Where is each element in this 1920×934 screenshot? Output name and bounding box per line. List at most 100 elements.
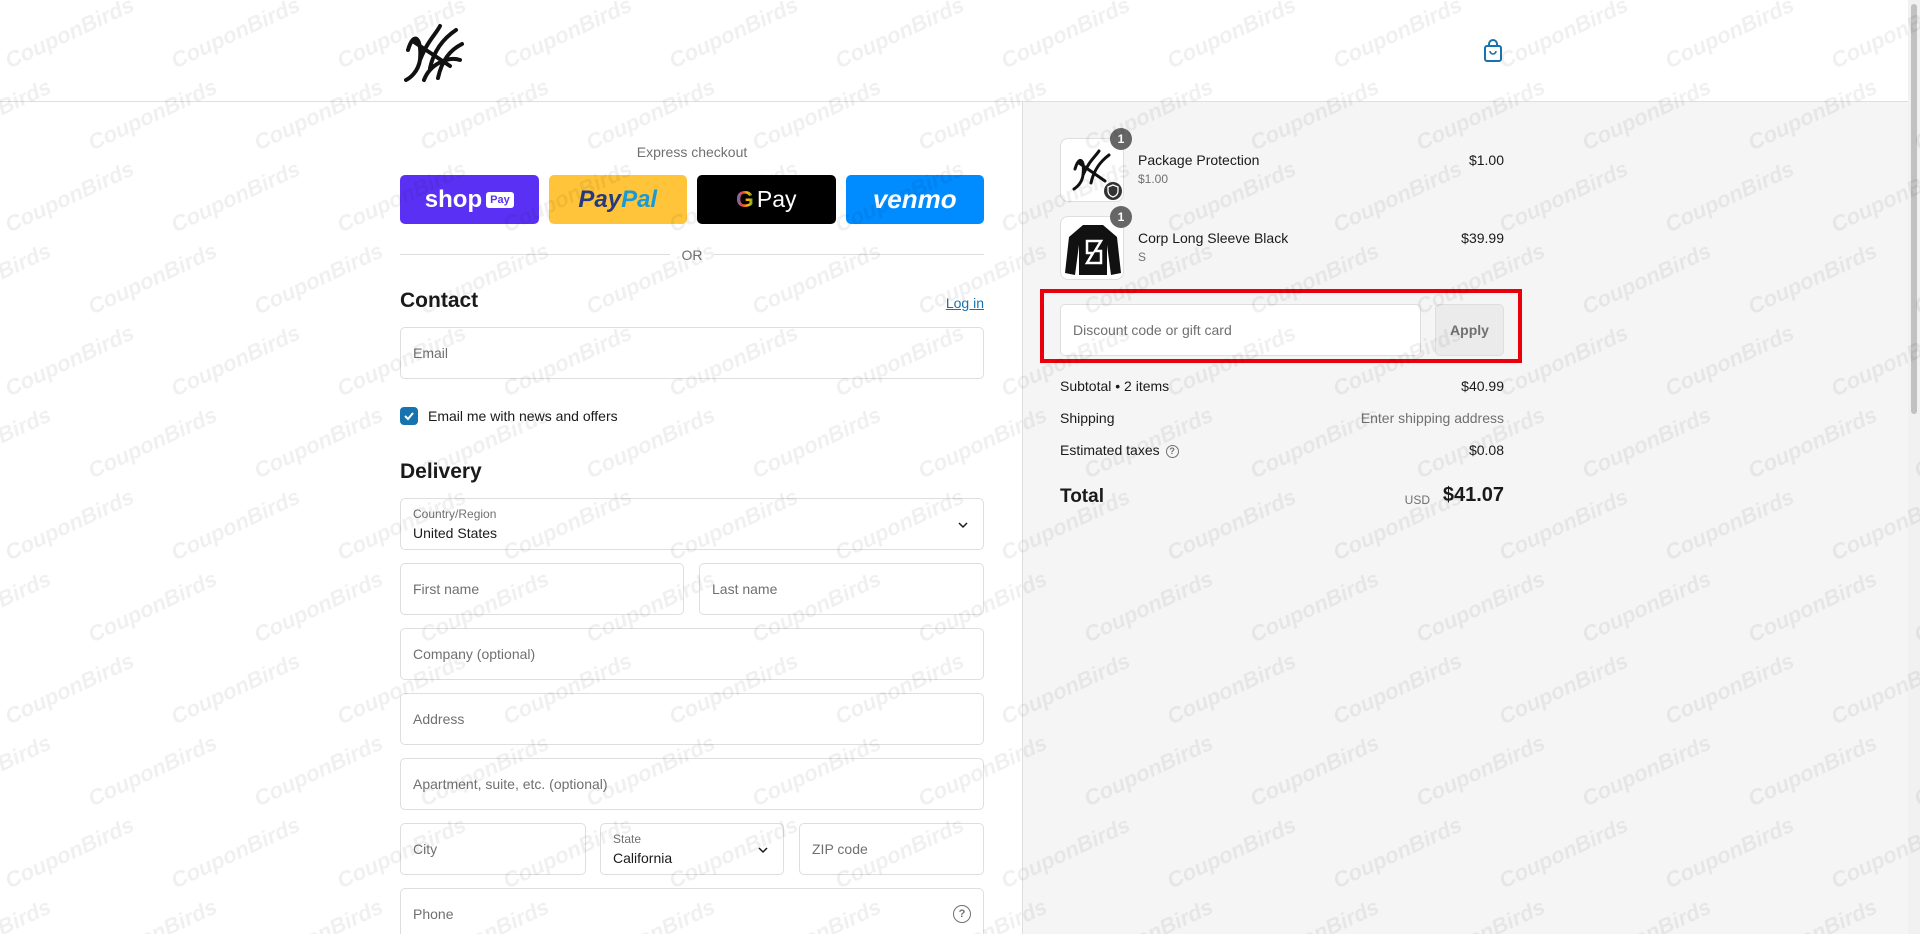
watermark-text: CouponBirds xyxy=(84,729,221,812)
company-field[interactable] xyxy=(400,628,984,680)
scrollbar-thumb[interactable] xyxy=(1911,4,1917,414)
total-row: Total USD $41.07 xyxy=(1060,484,1504,510)
express-buttons: shop Pay Pay Pal G Pay venmo xyxy=(400,175,984,224)
help-circle-icon[interactable]: ? xyxy=(1165,444,1179,458)
watermark-text: CouponBirds xyxy=(0,401,55,484)
zip-input[interactable] xyxy=(800,824,983,874)
email-input[interactable] xyxy=(401,328,983,378)
watermark-text: CouponBirds xyxy=(250,729,387,812)
paypal-text-b: Pal xyxy=(621,185,658,213)
contact-title: Contact xyxy=(400,289,479,312)
watermark-text: CouponBirds xyxy=(167,647,304,730)
first-name-input[interactable] xyxy=(401,564,683,614)
email-field[interactable] xyxy=(400,327,984,379)
taxes-row: Estimated taxes? $0.08 xyxy=(1060,442,1504,462)
brand-logo-icon[interactable] xyxy=(400,20,466,84)
subtotal-label: Subtotal • 2 items xyxy=(1060,378,1170,394)
help-circle-icon[interactable]: ? xyxy=(953,905,971,923)
address-input[interactable] xyxy=(401,694,983,744)
city-input[interactable] xyxy=(401,824,585,874)
checkmark-icon xyxy=(404,412,414,421)
phone-field[interactable]: ? xyxy=(400,888,984,934)
item-price: $39.99 xyxy=(1461,230,1504,246)
watermark-text: CouponBirds xyxy=(250,401,387,484)
watermark-text: CouponBirds xyxy=(167,483,304,566)
or-divider: OR xyxy=(400,245,984,265)
google-pay-text: Pay xyxy=(756,186,797,212)
watermark-text: CouponBirds xyxy=(1,483,138,566)
shop-pay-pill: Pay xyxy=(486,191,514,208)
or-text: OR xyxy=(681,247,703,263)
discount-code-field[interactable] xyxy=(1060,304,1421,356)
shipping-label: Shipping xyxy=(1060,410,1115,426)
watermark-text: CouponBirds xyxy=(0,729,55,812)
taxes-value: $0.08 xyxy=(1468,442,1504,458)
watermark-text: CouponBirds xyxy=(84,894,221,934)
last-name-input[interactable] xyxy=(700,564,983,614)
watermark-text: CouponBirds xyxy=(167,319,304,402)
chevron-down-icon xyxy=(758,847,768,854)
taxes-label: Estimated taxes xyxy=(1060,442,1160,458)
total-label: Total xyxy=(1060,486,1104,507)
shopping-bag-icon[interactable] xyxy=(1482,38,1504,64)
total-currency: USD xyxy=(1404,493,1430,507)
item-price: $1.00 xyxy=(1468,152,1504,168)
line-item: 1 Package Protection $1.00 $1.00 xyxy=(1060,128,1504,204)
phone-input[interactable] xyxy=(401,889,983,934)
item-name: Package Protection xyxy=(1138,152,1260,168)
paypal-button[interactable]: Pay Pal xyxy=(548,175,687,224)
google-pay-button[interactable]: G Pay xyxy=(697,175,836,224)
company-input[interactable] xyxy=(401,629,983,679)
shipping-value: Enter shipping address xyxy=(1360,410,1504,426)
shop-pay-button[interactable]: shop Pay xyxy=(400,175,539,224)
venmo-text: venmo xyxy=(872,184,957,214)
apply-discount-button[interactable]: Apply xyxy=(1435,304,1504,356)
first-name-field[interactable] xyxy=(400,563,684,615)
divider-line xyxy=(714,254,984,255)
watermark-text: CouponBirds xyxy=(250,565,387,648)
discount-code-input[interactable] xyxy=(1061,305,1420,355)
delivery-title: Delivery xyxy=(400,460,482,483)
total-value: $41.07 xyxy=(1442,484,1504,506)
watermark-text: CouponBirds xyxy=(1,155,138,238)
city-field[interactable] xyxy=(400,823,586,875)
last-name-field[interactable] xyxy=(699,563,984,615)
login-link[interactable]: Log in xyxy=(946,295,984,311)
item-variant: $1.00 xyxy=(1138,172,1169,186)
watermark-text: CouponBirds xyxy=(167,811,304,894)
apartment-field[interactable] xyxy=(400,758,984,810)
address-field[interactable] xyxy=(400,693,984,745)
state-select[interactable]: State California xyxy=(600,823,784,875)
watermark-text: CouponBirds xyxy=(1,319,138,402)
state-value: California xyxy=(613,850,673,866)
state-label: State xyxy=(613,832,642,846)
watermark-text: CouponBirds xyxy=(167,155,304,238)
watermark-text: CouponBirds xyxy=(0,894,55,934)
watermark-text: CouponBirds xyxy=(84,401,221,484)
line-item: 1 Corp Long Sleeve Black S $39.99 xyxy=(1060,206,1504,282)
taxes-label-wrap: Estimated taxes? xyxy=(1060,442,1179,458)
item-variant: S xyxy=(1138,250,1147,264)
paypal-text-a: Pay xyxy=(578,185,622,213)
quantity-badge: 1 xyxy=(1110,128,1132,150)
shipping-row: Shipping Enter shipping address xyxy=(1060,410,1504,430)
newsletter-label: Email me with news and offers xyxy=(428,408,618,424)
country-select[interactable]: Country/Region United States xyxy=(400,498,984,550)
subtotal-row: Subtotal • 2 items $40.99 xyxy=(1060,378,1504,398)
watermark-text: CouponBirds xyxy=(748,401,885,484)
zip-field[interactable] xyxy=(799,823,984,875)
page-scrollbar[interactable] xyxy=(1908,0,1920,934)
newsletter-row: Email me with news and offers xyxy=(400,406,618,426)
google-g-icon: G xyxy=(735,186,754,212)
watermark-text: CouponBirds xyxy=(0,237,55,320)
express-checkout-label: Express checkout xyxy=(636,144,748,160)
newsletter-checkbox[interactable] xyxy=(400,407,418,425)
quantity-badge: 1 xyxy=(1110,206,1132,228)
apartment-input[interactable] xyxy=(401,759,983,809)
watermark-text: CouponBirds xyxy=(250,237,387,320)
watermark-text: CouponBirds xyxy=(250,894,387,934)
venmo-button[interactable]: venmo xyxy=(845,175,984,224)
country-value: United States xyxy=(413,525,498,541)
watermark-text: CouponBirds xyxy=(1,647,138,730)
shop-pay-text: shop xyxy=(424,185,483,213)
